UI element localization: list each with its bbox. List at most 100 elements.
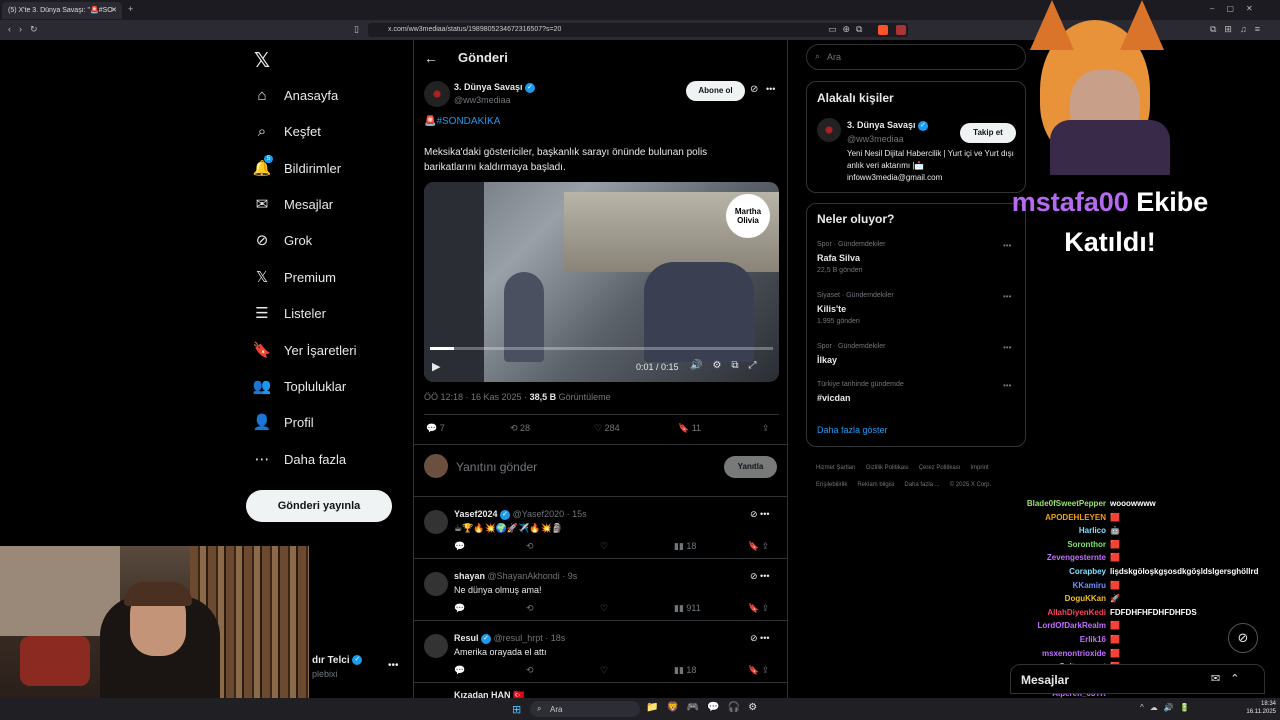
reply-like-icon[interactable]: ♡ <box>600 541 608 552</box>
reply-views[interactable]: ▮▮ 911 <box>674 603 701 614</box>
taskbar-clock[interactable]: 18:34 16.11.2025 <box>1242 700 1276 716</box>
nav-item[interactable]: 👥 Topluluklar <box>252 371 402 401</box>
nav-item[interactable]: ⌂ Anasayfa <box>252 80 402 110</box>
footer-link[interactable]: Gizlilik Politikası <box>866 462 909 475</box>
reply-more-icons[interactable]: ⊘ ••• <box>750 633 770 644</box>
nav-arrows-icon[interactable]: ‹›↻ <box>8 24 46 35</box>
reply-author[interactable]: shayan @ShayanAkhondi · 9s <box>454 571 577 581</box>
messages-drawer-icons[interactable]: ✉⌃ <box>1211 672 1249 685</box>
footer-link[interactable]: Hizmet Şartları <box>816 462 856 475</box>
reply-button[interactable]: Yanıtla <box>724 456 777 478</box>
bookmark-page-icon[interactable]: ▯ <box>354 24 359 35</box>
reply-bookmark-share-icons[interactable]: 🔖 ⇪ <box>748 665 769 676</box>
trend-name[interactable]: Kilis'te <box>817 304 846 314</box>
account-more-icon[interactable]: ••• <box>388 660 399 671</box>
reply-bookmark-share-icons[interactable]: 🔖 ⇪ <box>748 541 769 552</box>
show-more-link[interactable]: Daha fazla göster <box>817 425 888 435</box>
grok-icon[interactable]: ⊘ <box>750 84 758 95</box>
video-controls-icons[interactable]: 🔊⚙⧉⤢ <box>690 360 767 371</box>
reply-comment-icon[interactable]: 💬 <box>454 603 465 614</box>
windows-start-icon[interactable]: ⊞ <box>512 703 521 716</box>
video-progress-track[interactable] <box>430 347 773 350</box>
nav-item[interactable]: ☰ Listeler <box>252 298 402 328</box>
nav-item-label: Anasayfa <box>284 87 339 103</box>
hashtag-link[interactable]: 🚨#SONDAKİKA <box>424 116 500 127</box>
share-icon[interactable]: ⇪ <box>762 423 770 434</box>
trend-name[interactable]: İlkay <box>817 355 837 365</box>
reply-bookmark-share-icons[interactable]: 🔖 ⇪ <box>748 603 769 614</box>
more-icon[interactable]: ••• <box>766 84 775 94</box>
reply-like-icon[interactable]: ♡ <box>600 603 608 614</box>
reply-avatar[interactable] <box>424 572 448 596</box>
reply-author[interactable]: Yasef2024 ✓ @Yasef2020 · 15s <box>454 509 587 520</box>
like-count[interactable]: ♡ 284 <box>594 423 620 434</box>
reply-repost-icon[interactable]: ⟲ <box>526 665 534 676</box>
grok-float-icon[interactable]: ⊘ <box>1228 623 1258 653</box>
reply-author[interactable]: Resul ✓ @resul_hrpt · 18s <box>454 633 565 644</box>
footer-link[interactable]: Imprint <box>970 462 988 475</box>
reply-avatar[interactable] <box>424 634 448 658</box>
reply-repost-icon[interactable]: ⟲ <box>526 603 534 614</box>
search-input[interactable]: ⌕ Ara <box>806 44 1026 70</box>
footer-link[interactable]: Daha fazla ... <box>904 479 939 492</box>
author-avatar[interactable] <box>424 81 450 107</box>
tab-close-icon[interactable]: ✕ <box>111 6 117 14</box>
reply-more-icons[interactable]: ⊘ ••• <box>750 509 770 520</box>
related-name[interactable]: 3. Dünya Savaşı ✓ <box>847 120 929 131</box>
x-logo-icon[interactable]: 𝕏 <box>254 48 270 73</box>
repost-count[interactable]: ⟲ 28 <box>510 423 530 434</box>
reply-views[interactable]: ▮▮ 18 <box>674 665 696 676</box>
reply-more-icons[interactable]: ⊘ ••• <box>750 571 770 582</box>
author-handle[interactable]: @ww3mediaa <box>454 95 511 105</box>
trend-more-icon[interactable]: ••• <box>1003 381 1011 390</box>
footer-link[interactable]: Çerez Politikası <box>919 462 961 475</box>
author-name[interactable]: 3. Dünya Savaşı ✓ <box>454 82 536 93</box>
reply-like-icon[interactable]: ♡ <box>600 665 608 676</box>
reply-views[interactable]: ▮▮ 18 <box>674 541 696 552</box>
nav-item[interactable]: 🔖 Yer İşaretleri <box>252 335 402 365</box>
post-button[interactable]: Gönderi yayınla <box>246 490 392 522</box>
reply-input[interactable]: Yanıtını gönder <box>456 460 537 474</box>
bookmark-count[interactable]: 🔖 11 <box>678 423 701 434</box>
trend-more-icon[interactable]: ••• <box>1003 343 1011 352</box>
back-arrow-icon[interactable]: ← <box>424 50 438 66</box>
nav-item[interactable]: ✉ Mesajlar <box>252 189 402 219</box>
window-controls[interactable]: –▢✕ <box>1210 4 1265 13</box>
subscribe-button[interactable]: Abone ol <box>686 81 745 101</box>
trend-more-icon[interactable]: ••• <box>1003 292 1011 301</box>
trend-name[interactable]: Rafa Silva <box>817 253 860 263</box>
reply-repost-icon[interactable]: ⟲ <box>526 541 534 552</box>
toolbar-icons[interactable]: ⧉⊞♫≡ <box>1210 24 1268 35</box>
footer-link[interactable]: Erişilebilirlik <box>816 479 847 492</box>
address-bar-icons[interactable]: ▭⊕⧉ <box>828 24 868 35</box>
reply-comment-icon[interactable]: 💬 <box>454 665 465 676</box>
footer-links: Hizmet Şartları Gizlilik Politikası Çerez … <box>816 458 1016 492</box>
related-avatar[interactable] <box>817 118 841 142</box>
chat-text: 🟥 <box>1110 648 1120 658</box>
messages-drawer[interactable]: Mesajlar ✉⌃ <box>1010 664 1265 694</box>
reply-avatar[interactable] <box>424 510 448 534</box>
play-icon[interactable]: ▶ <box>432 360 440 373</box>
account-name[interactable]: dır Telci ✓ <box>312 655 382 666</box>
taskbar-search[interactable]: ⌕ Ara <box>530 701 640 717</box>
nav-item[interactable]: ⌕ Keşfet <box>252 116 402 146</box>
follow-button[interactable]: Takip et <box>960 123 1016 143</box>
home-icon: ⌂ <box>257 86 267 104</box>
tray-icons[interactable]: ^☁🔊🔋 <box>1140 703 1196 712</box>
brave-rewards-icon[interactable] <box>896 25 906 35</box>
reply-comment-icon[interactable]: 💬 <box>454 541 465 552</box>
video-player[interactable]: Martha Olivia ▶ 0:01 / 0:15 🔊⚙⧉⤢ <box>424 182 779 382</box>
nav-item[interactable]: ⊘ Grok <box>252 225 402 255</box>
nav-item[interactable]: ⋯ Daha fazla <box>252 444 402 474</box>
browser-tab[interactable]: (5) X'te 3. Dünya Savaşı: "🚨#SO ✕ <box>2 2 122 19</box>
trend-name[interactable]: #vicdan <box>817 393 851 403</box>
nav-item[interactable]: 🔔 5 Bildirimler <box>252 153 402 183</box>
nav-item[interactable]: 👤 Profil <box>252 407 402 437</box>
reply-count[interactable]: 💬 7 <box>426 423 445 434</box>
brave-shield-icon[interactable] <box>878 25 888 35</box>
nav-item[interactable]: 𝕏 Premium <box>252 262 402 292</box>
footer-link[interactable]: Reklam bilgisi <box>857 479 894 492</box>
url-field[interactable]: x.com/ww3mediaa/status/19898052346723165… <box>368 23 908 37</box>
new-tab-button[interactable]: + <box>128 4 133 14</box>
taskbar-app-icons[interactable]: 📁🦁🎮💬🎧⚙ <box>646 702 765 713</box>
